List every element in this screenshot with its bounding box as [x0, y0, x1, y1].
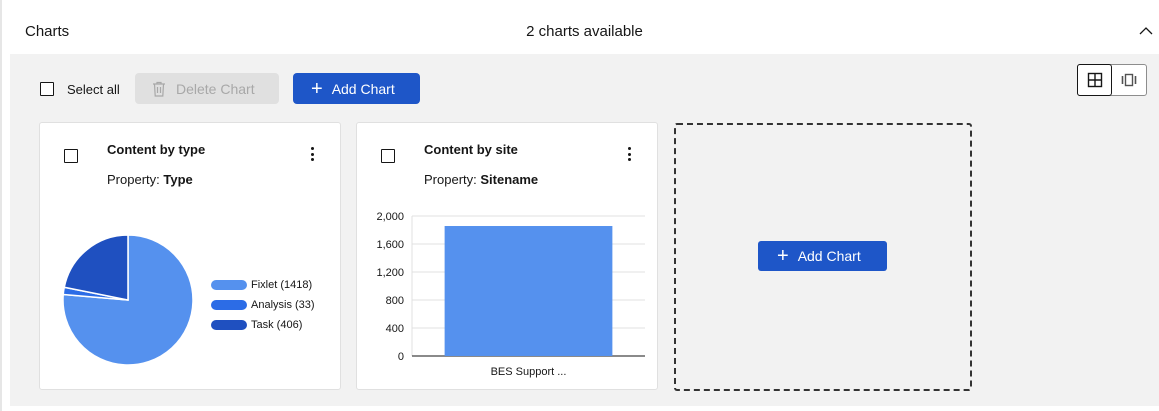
legend-label: Analysis (33)	[251, 299, 315, 311]
trash-icon	[153, 81, 165, 97]
chart-card-content-by-site: Content by site Property: Sitename 0 400 8…	[356, 122, 658, 390]
left-border	[0, 0, 2, 411]
view-toggle[interactable]	[1077, 64, 1147, 96]
y-tick-label: 800	[386, 295, 404, 307]
y-tick-label: 400	[386, 323, 404, 335]
legend-item[interactable]: Fixlet (1418)	[211, 275, 315, 295]
plus-icon: +	[777, 245, 789, 267]
add-chart-label: Add Chart	[797, 248, 861, 264]
add-chart-button[interactable]: + Add Chart	[293, 73, 420, 104]
delete-chart-label: Delete Chart	[176, 80, 255, 97]
select-all-control[interactable]: Select all	[40, 81, 120, 97]
bar[interactable]	[444, 226, 613, 356]
legend-item[interactable]: Task (406)	[211, 315, 315, 335]
add-chart-label: Add Chart	[331, 80, 395, 97]
select-all-checkbox[interactable]	[40, 82, 54, 96]
add-chart-button-slot[interactable]: + Add Chart	[758, 241, 887, 271]
charts-count: 2 charts available	[526, 23, 643, 40]
pie-chart	[62, 234, 194, 366]
y-tick-label: 1,200	[376, 267, 404, 279]
grid-view-button[interactable]	[1077, 64, 1112, 96]
grid-icon	[1087, 72, 1102, 88]
legend-swatch	[211, 280, 247, 290]
x-tick-label: BES Support ...	[491, 366, 567, 378]
legend-item[interactable]: Analysis (33)	[211, 295, 315, 315]
chevron-up-icon[interactable]	[1137, 22, 1155, 40]
select-all-label: Select all	[67, 81, 120, 97]
y-tick-label: 2,000	[376, 211, 404, 223]
legend-swatch	[211, 300, 247, 310]
chart-card-content-by-type: Content by type Property: Type Fixlet (1…	[39, 122, 341, 390]
plus-icon: +	[311, 77, 323, 100]
carousel-icon	[1121, 73, 1137, 87]
legend-label: Fixlet (1418)	[251, 279, 313, 291]
charts-section-header[interactable]: Charts 2 charts available	[10, 10, 1159, 54]
legend-swatch	[211, 320, 247, 330]
y-tick-label: 1,600	[376, 239, 404, 251]
delete-chart-button[interactable]: Delete Chart	[135, 73, 279, 104]
legend-label: Task (406)	[251, 319, 303, 331]
carousel-view-button[interactable]	[1112, 65, 1146, 95]
y-tick-label: 0	[398, 351, 404, 363]
pie-legend: Fixlet (1418) Analysis (33) Task (406)	[211, 275, 315, 335]
bar-chart: 0 400 800 1,200 1,600 2,000 BES Support ...	[376, 211, 645, 378]
